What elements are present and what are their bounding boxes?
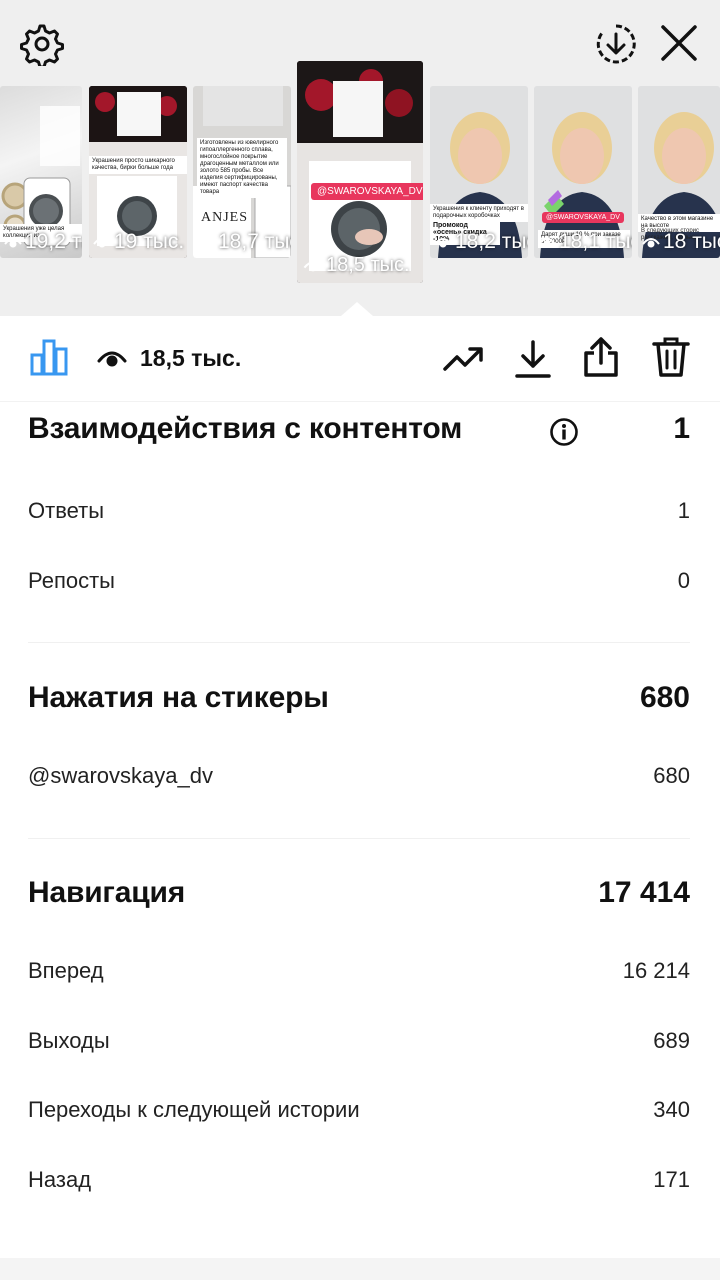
exits-label: Выходы — [28, 1028, 110, 1053]
brand-label: ANJES — [201, 210, 249, 225]
views-indicator — [96, 342, 128, 374]
thumbnail-views: 18,1 тыс. — [538, 230, 632, 254]
eye-icon — [538, 238, 556, 248]
sticker-mention-label: @swarovskaya_dv — [28, 763, 213, 788]
bottom-edge — [0, 1258, 720, 1280]
reposts-value: 0 — [677, 568, 690, 593]
active-tab-indicator — [28, 398, 70, 401]
info-icon — [550, 418, 578, 446]
thumbnail-views: 18,7 тыс. — [197, 230, 291, 254]
sticker-taps-title: Нажатия на стикеры — [28, 681, 329, 714]
thumbnail-views-count: 18,5 тыс. — [326, 254, 410, 276]
thumbnail-views: 18,2 тыс. — [434, 230, 528, 254]
download-button[interactable] — [510, 336, 556, 382]
interactions-title: Взаимодействия с контентом — [28, 412, 463, 445]
thumbnail-views-count: 18,7 тыс. — [218, 230, 291, 253]
promote-button[interactable] — [440, 336, 486, 382]
section-divider — [28, 838, 690, 839]
jewelry-image — [297, 61, 423, 283]
delete-button[interactable] — [648, 334, 694, 380]
selected-story-pointer — [341, 302, 373, 316]
story-thumbnail[interactable]: Украшения к клиенту приходят в подарочны… — [430, 86, 528, 258]
reposts-label: Репосты — [28, 568, 115, 593]
bar-chart-icon — [30, 339, 68, 376]
story-thumbnail-selected[interactable]: @SWAROVSKAYA_DV 18,5 тыс. — [297, 61, 423, 283]
share-button[interactable] — [578, 334, 624, 380]
eye-icon — [197, 238, 215, 248]
views-count: 18,5 тыс. — [140, 345, 242, 371]
thumbnail-views: 19 тыс. — [93, 230, 184, 254]
thumbnail-views-count: 19,2 тыс. — [25, 230, 82, 253]
eye-icon — [93, 238, 111, 248]
story-thumbnail[interactable]: @SWAROVSKAYA_DV Дарят души 10 % при зака… — [534, 86, 632, 258]
eye-icon — [434, 238, 452, 248]
story-thumbnail[interactable]: Изготовлены из ювелирного гипоаллергенно… — [193, 86, 291, 258]
eye-icon — [97, 351, 127, 367]
interactions-total: 1 — [673, 412, 690, 445]
back-label: Назад — [28, 1167, 92, 1192]
section-divider — [28, 642, 690, 643]
trending-up-icon — [443, 347, 483, 371]
replies-value: 1 — [677, 498, 690, 523]
back-value: 171 — [653, 1167, 690, 1192]
story-thumbnail[interactable]: Украшения уже целая коллекция из 19,2 ты… — [0, 86, 82, 258]
navigation-total: 17 414 — [598, 876, 690, 909]
next-story-value: 340 — [653, 1097, 690, 1122]
sticker-taps-total: 680 — [639, 681, 690, 714]
exits-value: 689 — [653, 1028, 690, 1053]
story-thumbnail[interactable]: Украшения просто шикарного качества, бир… — [89, 86, 187, 258]
thumbnail-views-count: 18 тыс. — [663, 230, 720, 253]
eye-icon — [303, 261, 323, 272]
forward-value: 16 214 — [622, 958, 690, 983]
story-thumbnail[interactable]: Качество в этом магазине на высоте В сле… — [638, 86, 720, 258]
replies-label: Ответы — [28, 498, 105, 523]
story-thumbnail-strip[interactable]: Украшения уже целая коллекция из 19,2 ты… — [0, 0, 720, 316]
thumbnail-views-count: 19 тыс. — [114, 230, 185, 253]
forward-label: Вперед — [28, 958, 104, 983]
mention-sticker: @SWAROVSKAYA_DV — [311, 183, 423, 200]
thumbnail-views: 19,2 тыс. — [4, 230, 82, 254]
mention-sticker: @SWAROVSKAYA_DV — [542, 212, 624, 223]
eye-icon — [642, 238, 660, 248]
sticker-mention-value: 680 — [653, 763, 690, 788]
info-button[interactable] — [548, 416, 580, 448]
thumbnail-views-count: 18,2 тыс. — [455, 230, 528, 253]
story-caption: Украшения просто шикарного качества, бир… — [89, 156, 187, 174]
stats-tab[interactable] — [26, 334, 72, 380]
navigation-title: Навигация — [28, 876, 186, 909]
trash-icon — [652, 337, 690, 377]
thumbnail-views-count: 18,1 тыс. — [559, 230, 632, 253]
eye-icon — [4, 238, 22, 248]
next-story-label: Переходы к следующей истории — [28, 1097, 360, 1122]
share-icon — [584, 337, 618, 377]
download-icon — [515, 340, 551, 378]
thumbnail-views: 18,5 тыс. — [303, 254, 410, 277]
thumbnail-views: 18 тыс. — [642, 230, 720, 254]
story-caption: Изготовлены из ювелирного гипоаллергенно… — [197, 138, 287, 198]
